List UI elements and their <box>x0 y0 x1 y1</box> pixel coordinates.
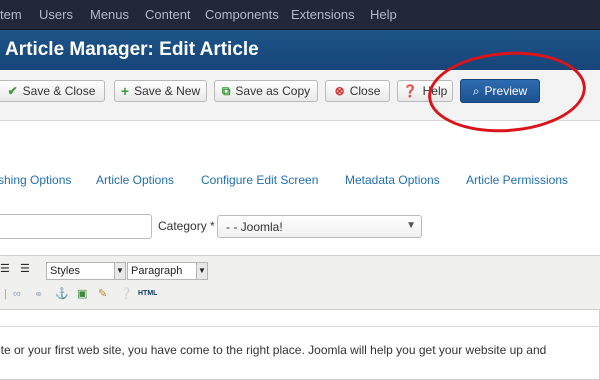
save-copy-label: Save as Copy <box>235 84 311 98</box>
menu-item-extensions[interactable]: Extensions <box>291 7 355 22</box>
check-icon: ✔ <box>7 84 18 98</box>
align-right-icon[interactable]: ☰ <box>0 262 10 275</box>
html-button[interactable]: HTML <box>138 290 157 297</box>
menu-item-components[interactable]: Components <box>205 7 279 22</box>
close-label: Close <box>349 84 381 98</box>
tab-metadata-options[interactable]: Metadata Options <box>345 173 440 187</box>
link-icon[interactable]: ∞ <box>13 288 21 300</box>
cleanup-icon[interactable]: ✎ <box>98 287 107 300</box>
copy-icon: ⧉ <box>221 83 231 98</box>
title-input[interactable] <box>0 214 152 239</box>
save-new-button[interactable]: + Save & New <box>114 80 207 102</box>
editor-divider <box>0 326 600 327</box>
save-copy-button[interactable]: ⧉ Save as Copy <box>214 80 318 102</box>
tab-publishing-options[interactable]: shing Options <box>0 173 71 187</box>
page-title: Article Manager: Edit Article <box>5 39 259 60</box>
category-value: - - Joomla! <box>226 220 283 234</box>
menu-item-help[interactable]: Help <box>370 7 397 22</box>
category-label: Category * <box>158 219 215 233</box>
close-button[interactable]: ⊗ Close <box>325 80 390 102</box>
separator-icon: | <box>4 288 7 300</box>
styles-select[interactable]: Styles ▼ <box>46 262 126 280</box>
align-justify-icon[interactable]: ☰ <box>20 262 30 275</box>
tab-configure-edit-screen[interactable]: Configure Edit Screen <box>201 173 318 187</box>
close-circle-icon: ⊗ <box>334 84 345 98</box>
menu-item-menus[interactable]: Menus <box>90 7 129 22</box>
unlink-icon[interactable]: ⚭ <box>34 288 43 301</box>
save-new-label: Save & New <box>134 84 201 98</box>
format-select[interactable]: Paragraph ▼ <box>127 262 208 280</box>
chevron-down-icon: ▼ <box>406 220 416 231</box>
plus-icon: + <box>120 83 130 99</box>
menu-item-content[interactable]: Content <box>145 7 191 22</box>
chevron-down-icon: ▼ <box>114 263 125 279</box>
styles-select-value: Styles <box>50 265 80 277</box>
chevron-down-icon: ▼ <box>196 263 207 279</box>
top-menu-bar: tem Users Menus Content Components Exten… <box>0 0 600 30</box>
format-select-value: Paragraph <box>131 265 183 277</box>
category-select[interactable]: - - Joomla! ▼ <box>217 215 422 238</box>
editor-content[interactable]: ite or your first web site, you have com… <box>0 343 546 357</box>
save-close-button[interactable]: ✔ Save & Close <box>0 80 105 102</box>
question-circle-icon: ❓ <box>402 84 418 98</box>
help-circle-icon[interactable]: ❔ <box>119 287 133 300</box>
menu-item-system[interactable]: tem <box>0 7 22 22</box>
tab-article-permissions[interactable]: Article Permissions <box>466 173 568 187</box>
save-close-label: Save & Close <box>22 84 96 98</box>
tab-article-options[interactable]: Article Options <box>96 173 174 187</box>
menu-item-users[interactable]: Users <box>39 7 73 22</box>
anchor-icon[interactable]: ⚓ <box>55 287 69 300</box>
image-icon[interactable]: ▣ <box>77 287 87 300</box>
